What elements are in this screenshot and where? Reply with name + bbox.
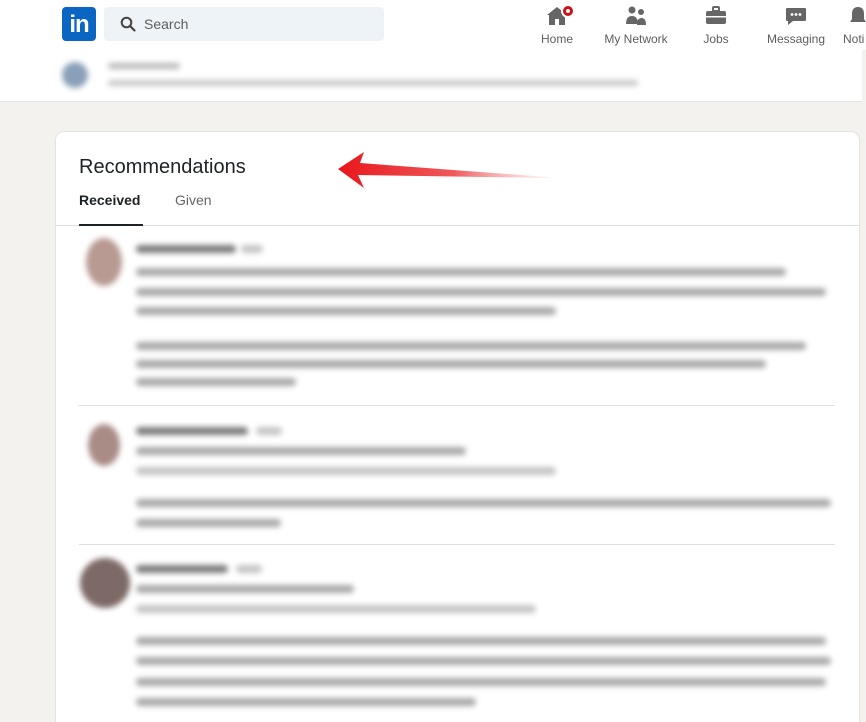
nav-notifications-label: Noti — [843, 32, 865, 46]
nav-home[interactable]: Home — [534, 4, 580, 46]
bell-icon — [850, 7, 866, 22]
blurred-text-line — [136, 499, 831, 507]
divider — [79, 544, 835, 545]
tab-received[interactable]: Received — [79, 192, 143, 226]
blurred-headline — [136, 447, 466, 455]
recommender-avatar — [88, 424, 120, 466]
blurred-text-line — [136, 657, 831, 665]
blurred-recommender-name — [136, 427, 248, 435]
blurred-recommender-name — [136, 565, 228, 573]
blurred-text-line — [136, 519, 281, 527]
blurred-profile-name — [108, 63, 180, 69]
network-icon — [626, 6, 646, 25]
search-input[interactable]: Search — [144, 16, 188, 32]
tab-given[interactable]: Given — [175, 192, 212, 226]
blurred-connection-degree — [241, 245, 263, 253]
divider — [79, 405, 835, 406]
recommender-avatar — [80, 558, 130, 608]
profile-header-strip — [0, 50, 862, 102]
nav-jobs-label: Jobs — [703, 32, 729, 46]
blurred-text-line — [136, 360, 766, 368]
red-arrow-annotation — [338, 152, 548, 188]
blurred-text-line — [136, 678, 826, 686]
nav-notifications[interactable]: Noti — [840, 4, 866, 46]
blurred-text-line — [136, 698, 476, 706]
recommender-avatar — [86, 238, 122, 286]
briefcase-icon — [706, 6, 726, 24]
blurred-text-line — [136, 288, 826, 296]
blurred-recommender-name — [136, 245, 236, 253]
search-icon — [120, 16, 136, 32]
nav-jobs[interactable]: Jobs — [696, 4, 736, 46]
linkedin-logo[interactable]: in — [62, 7, 96, 41]
messaging-icon — [786, 8, 806, 25]
top-navigation-bar: in Search Home My Network Jobs Messaging… — [0, 0, 866, 50]
search-bar[interactable]: Search — [104, 7, 384, 41]
blurred-connection-degree — [256, 427, 282, 435]
blurred-text-line — [136, 637, 826, 645]
blurred-text-line — [136, 378, 296, 386]
blurred-date-line — [136, 605, 536, 613]
page-background — [0, 102, 54, 722]
blurred-connection-degree — [236, 565, 262, 573]
blurred-text-line — [136, 268, 786, 276]
blurred-date-line — [136, 467, 556, 475]
blurred-text-line — [136, 342, 806, 350]
blurred-text-line — [136, 307, 556, 315]
nav-messaging-label: Messaging — [766, 32, 826, 46]
blurred-headline — [136, 585, 354, 593]
blurred-profile-headline — [108, 80, 638, 86]
nav-home-label: Home — [540, 32, 573, 46]
nav-my-network-label: My Network — [604, 32, 668, 46]
recommendations-card: Recommendations Received Given — [56, 132, 859, 722]
notification-badge — [561, 4, 575, 18]
nav-my-network[interactable]: My Network — [600, 4, 672, 46]
profile-avatar — [62, 62, 88, 88]
section-title: Recommendations — [79, 156, 246, 178]
nav-messaging[interactable]: Messaging — [764, 4, 828, 46]
